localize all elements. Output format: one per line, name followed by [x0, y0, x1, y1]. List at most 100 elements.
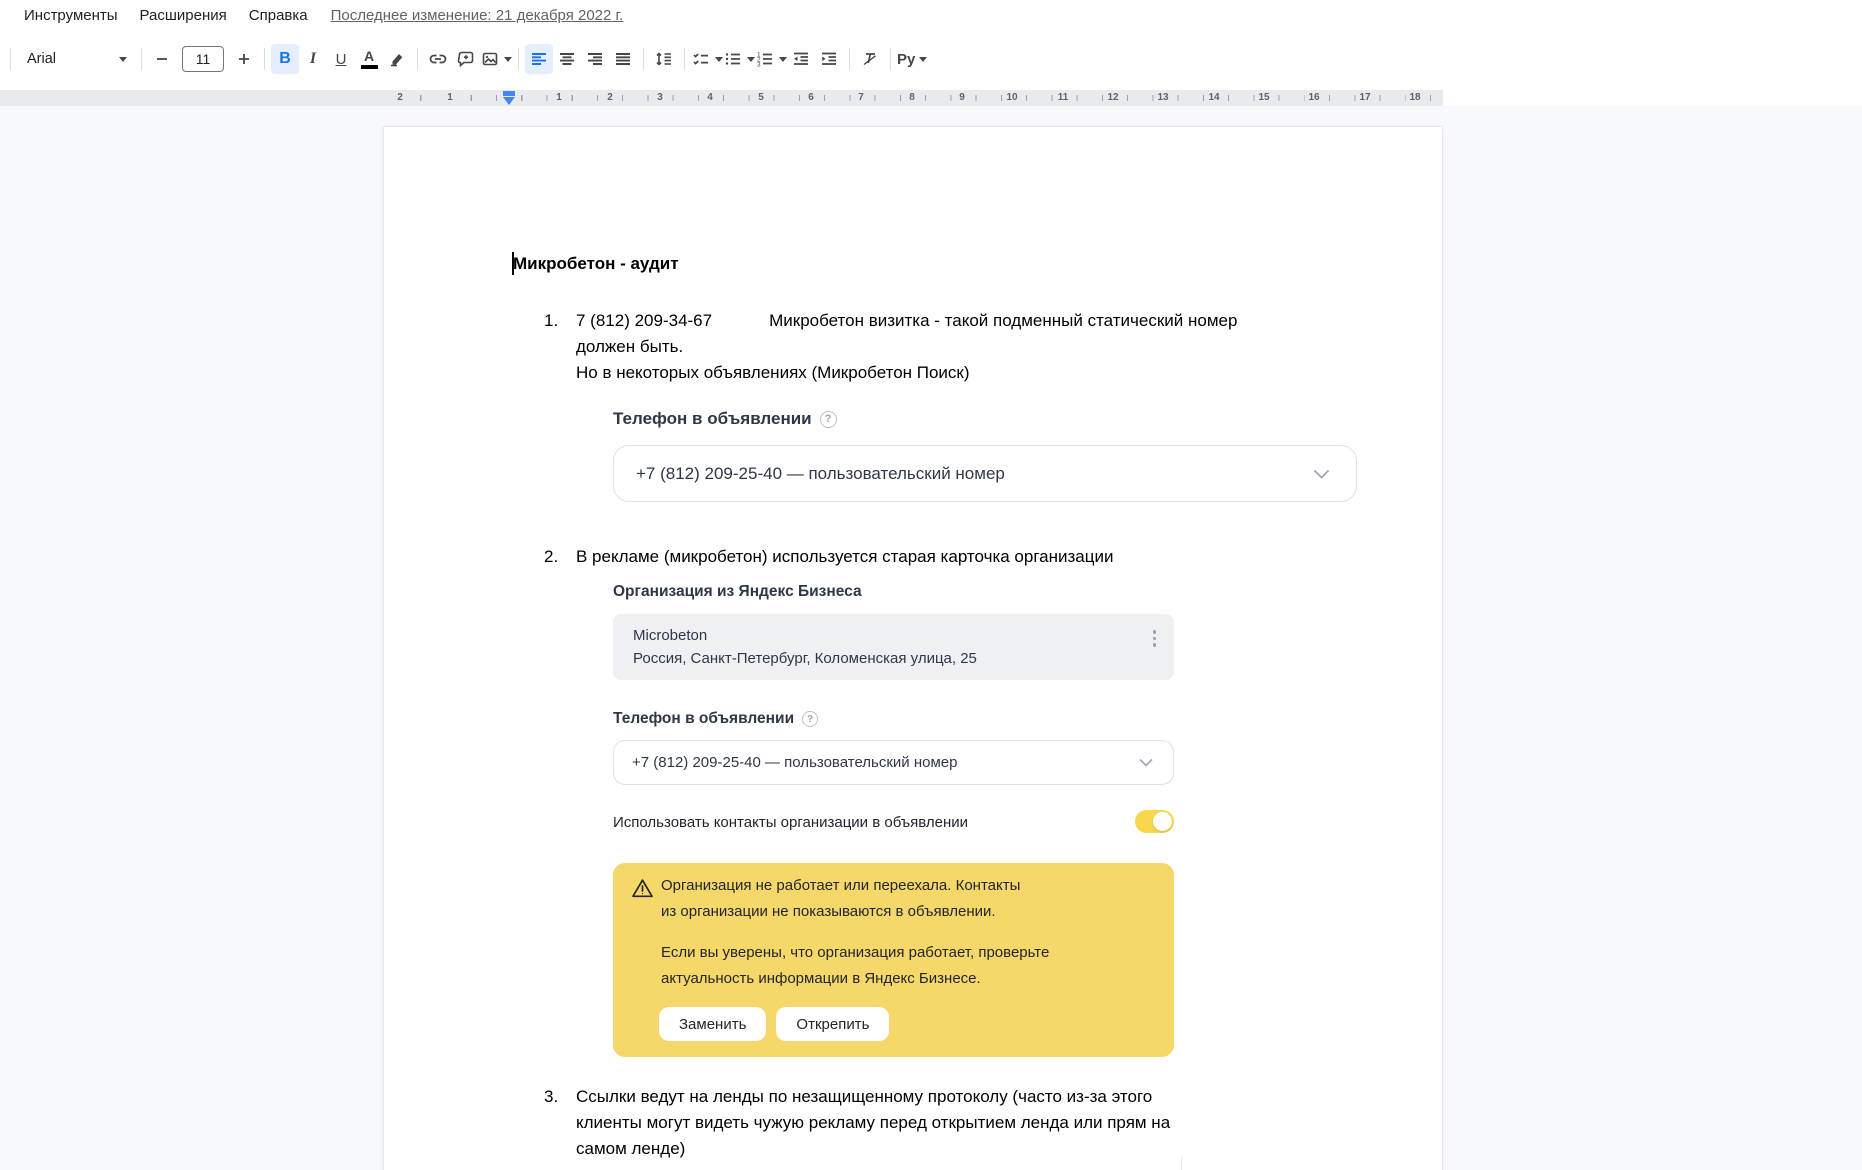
- numbered-list-icon: 123: [757, 52, 772, 69]
- chevron-down-icon: [779, 56, 787, 62]
- item1-line3: Но в некоторых объявлениях (Микробетон П…: [576, 363, 970, 382]
- next-embed-edge: [1181, 1156, 1182, 1170]
- bulleted-list-button[interactable]: [723, 44, 755, 74]
- indent-icon: [822, 52, 836, 65]
- align-left-button[interactable]: [525, 44, 553, 74]
- chevron-down-icon: [715, 56, 723, 62]
- document-page[interactable]: Микробетон - аудит 1. 7 (812) 209-34-67 М…: [383, 126, 1443, 1170]
- highlight-color-button[interactable]: [383, 44, 411, 74]
- image-icon: [482, 52, 498, 66]
- comment-plus-icon: [457, 51, 474, 68]
- italic-button[interactable]: I: [299, 44, 327, 74]
- use-contacts-label: Использовать контакты организации в объя…: [613, 814, 969, 831]
- list-number-2: 2.: [544, 547, 559, 566]
- text-color-icon: A: [360, 49, 378, 69]
- item3-line2: клиенты могут видеть чужую рекламу перед…: [576, 1113, 1171, 1132]
- ruler-number: 3: [653, 92, 667, 104]
- insert-image-button[interactable]: [480, 44, 512, 74]
- ruler-number: 1: [552, 92, 566, 104]
- phone-select-2[interactable]: +7 (812) 209-25-40 — пользовательский но…: [613, 740, 1174, 785]
- warning-line-4: актуальность информации в Яндекс Бизнесе…: [661, 970, 981, 987]
- outdent-icon: [794, 52, 808, 65]
- list-item-1[interactable]: 7 (812) 209-34-67 Микробетон визитка - та…: [576, 308, 1237, 386]
- kebab-menu-icon[interactable]: [1149, 626, 1161, 651]
- align-center-button[interactable]: [553, 44, 581, 74]
- link-icon: [429, 54, 447, 64]
- replace-button[interactable]: Заменить: [659, 1007, 767, 1041]
- ruler-number: 2: [603, 92, 617, 104]
- left-indent-marker[interactable]: [503, 91, 515, 105]
- svg-text:3: 3: [757, 62, 761, 69]
- ruler-number: 1: [443, 92, 457, 104]
- phone-select-1[interactable]: +7 (812) 209-25-40 — пользовательский но…: [613, 445, 1357, 502]
- org-label-text: Организация из Яндекс Бизнеса: [613, 583, 862, 600]
- toolbar: Arial 11 B I U A 1 2 3 Ру: [0, 32, 1862, 86]
- toolbar-divider: [684, 48, 685, 70]
- google-docs-window: Инструменты Расширения Справка Последнее…: [0, 0, 1862, 1170]
- line-spacing-icon: [656, 52, 671, 66]
- underline-button[interactable]: U: [327, 44, 355, 74]
- list-item-3[interactable]: Ссылки ведут на ленды по незащищенному п…: [576, 1084, 1170, 1162]
- increase-font-size-button[interactable]: [230, 44, 258, 74]
- bold-button[interactable]: B: [271, 44, 299, 74]
- clear-formatting-icon: [863, 53, 876, 66]
- phone-label-2-text: Телефон в объявлении: [613, 710, 795, 727]
- input-tools-label: Ру: [897, 50, 916, 68]
- menu-extensions[interactable]: Расширения: [129, 3, 238, 28]
- item2-line1: В рекламе (микробетон) используется стар…: [576, 547, 1114, 566]
- align-right-button[interactable]: [581, 44, 609, 74]
- ruler-number: 13: [1153, 92, 1173, 104]
- item3-line3: самом ленде): [576, 1139, 686, 1158]
- org-address: Россия, Санкт-Петербург, Коломенская ули…: [633, 650, 977, 667]
- add-comment-button[interactable]: [452, 44, 480, 74]
- use-contacts-toggle[interactable]: [1135, 810, 1174, 833]
- org-label: Организация из Яндекс Бизнеса: [613, 583, 862, 601]
- last-edit-link[interactable]: Последнее изменение: 21 декабря 2022 г.: [331, 7, 624, 24]
- toggle-knob: [1153, 812, 1172, 831]
- font-family-value: Arial: [27, 51, 57, 67]
- justify-button[interactable]: [609, 44, 637, 74]
- font-size-input[interactable]: 11: [182, 46, 224, 72]
- checklist-icon: [693, 53, 708, 65]
- document-canvas: Микробетон - аудит 1. 7 (812) 209-34-67 М…: [0, 106, 1862, 1170]
- font-family-select[interactable]: Arial: [17, 44, 135, 74]
- ruler-number: 18: [1405, 92, 1425, 104]
- numbered-list-button[interactable]: 123: [755, 44, 787, 74]
- warning-buttons: Заменить Открепить: [659, 1007, 890, 1041]
- menu-tools[interactable]: Инструменты: [13, 3, 129, 28]
- input-tools-button[interactable]: Ру: [897, 44, 928, 74]
- chevron-down-icon: [119, 56, 127, 62]
- ruler[interactable]: 2 1 1 2 3 4 5 6 7 8 9 10 11 12 13 14 15 16 17 18: [0, 90, 1443, 106]
- text-color-button[interactable]: A: [355, 44, 383, 74]
- ruler-number: 9: [955, 92, 969, 104]
- decrease-font-size-button[interactable]: [148, 44, 176, 74]
- list-item-2[interactable]: В рекламе (микробетон) используется стар…: [576, 544, 1113, 570]
- justify-icon: [616, 53, 630, 65]
- ruler-number: 5: [754, 92, 768, 104]
- warning-line-1: Организация не работает или переехала. К…: [661, 877, 1021, 894]
- menu-help[interactable]: Справка: [238, 3, 319, 28]
- checklist-button[interactable]: [691, 44, 723, 74]
- clear-formatting-button[interactable]: [856, 44, 884, 74]
- ruler-number: 4: [703, 92, 717, 104]
- ruler-number: 15: [1254, 92, 1274, 104]
- doc-title[interactable]: Микробетон - аудит: [513, 254, 679, 274]
- help-icon[interactable]: ?: [819, 410, 837, 428]
- align-center-icon: [560, 53, 574, 65]
- item1-line1: Микробетон визитка - такой подменный ста…: [769, 311, 1238, 330]
- warning-box: Организация не работает или переехала. К…: [613, 863, 1174, 1057]
- unpin-button[interactable]: Открепить: [776, 1007, 890, 1041]
- insert-link-button[interactable]: [424, 44, 452, 74]
- help-icon[interactable]: ?: [802, 711, 819, 727]
- decrease-indent-button[interactable]: [787, 44, 815, 74]
- warning-line-2: из организации не показываются в объявле…: [661, 903, 996, 920]
- warning-line-3: Если вы уверены, что организация работае…: [661, 944, 1050, 961]
- phone-select-2-value: +7 (812) 209-25-40 — пользовательский но…: [632, 754, 958, 771]
- ruler-number: 8: [905, 92, 919, 104]
- phone-text: 7 (812) 209-34-67: [576, 311, 713, 330]
- line-spacing-button[interactable]: [650, 44, 678, 74]
- toolbar-divider: [849, 48, 850, 70]
- increase-indent-button[interactable]: [815, 44, 843, 74]
- ruler-number: 17: [1355, 92, 1375, 104]
- org-card[interactable]: Microbeton Россия, Санкт-Петербург, Коло…: [613, 614, 1174, 680]
